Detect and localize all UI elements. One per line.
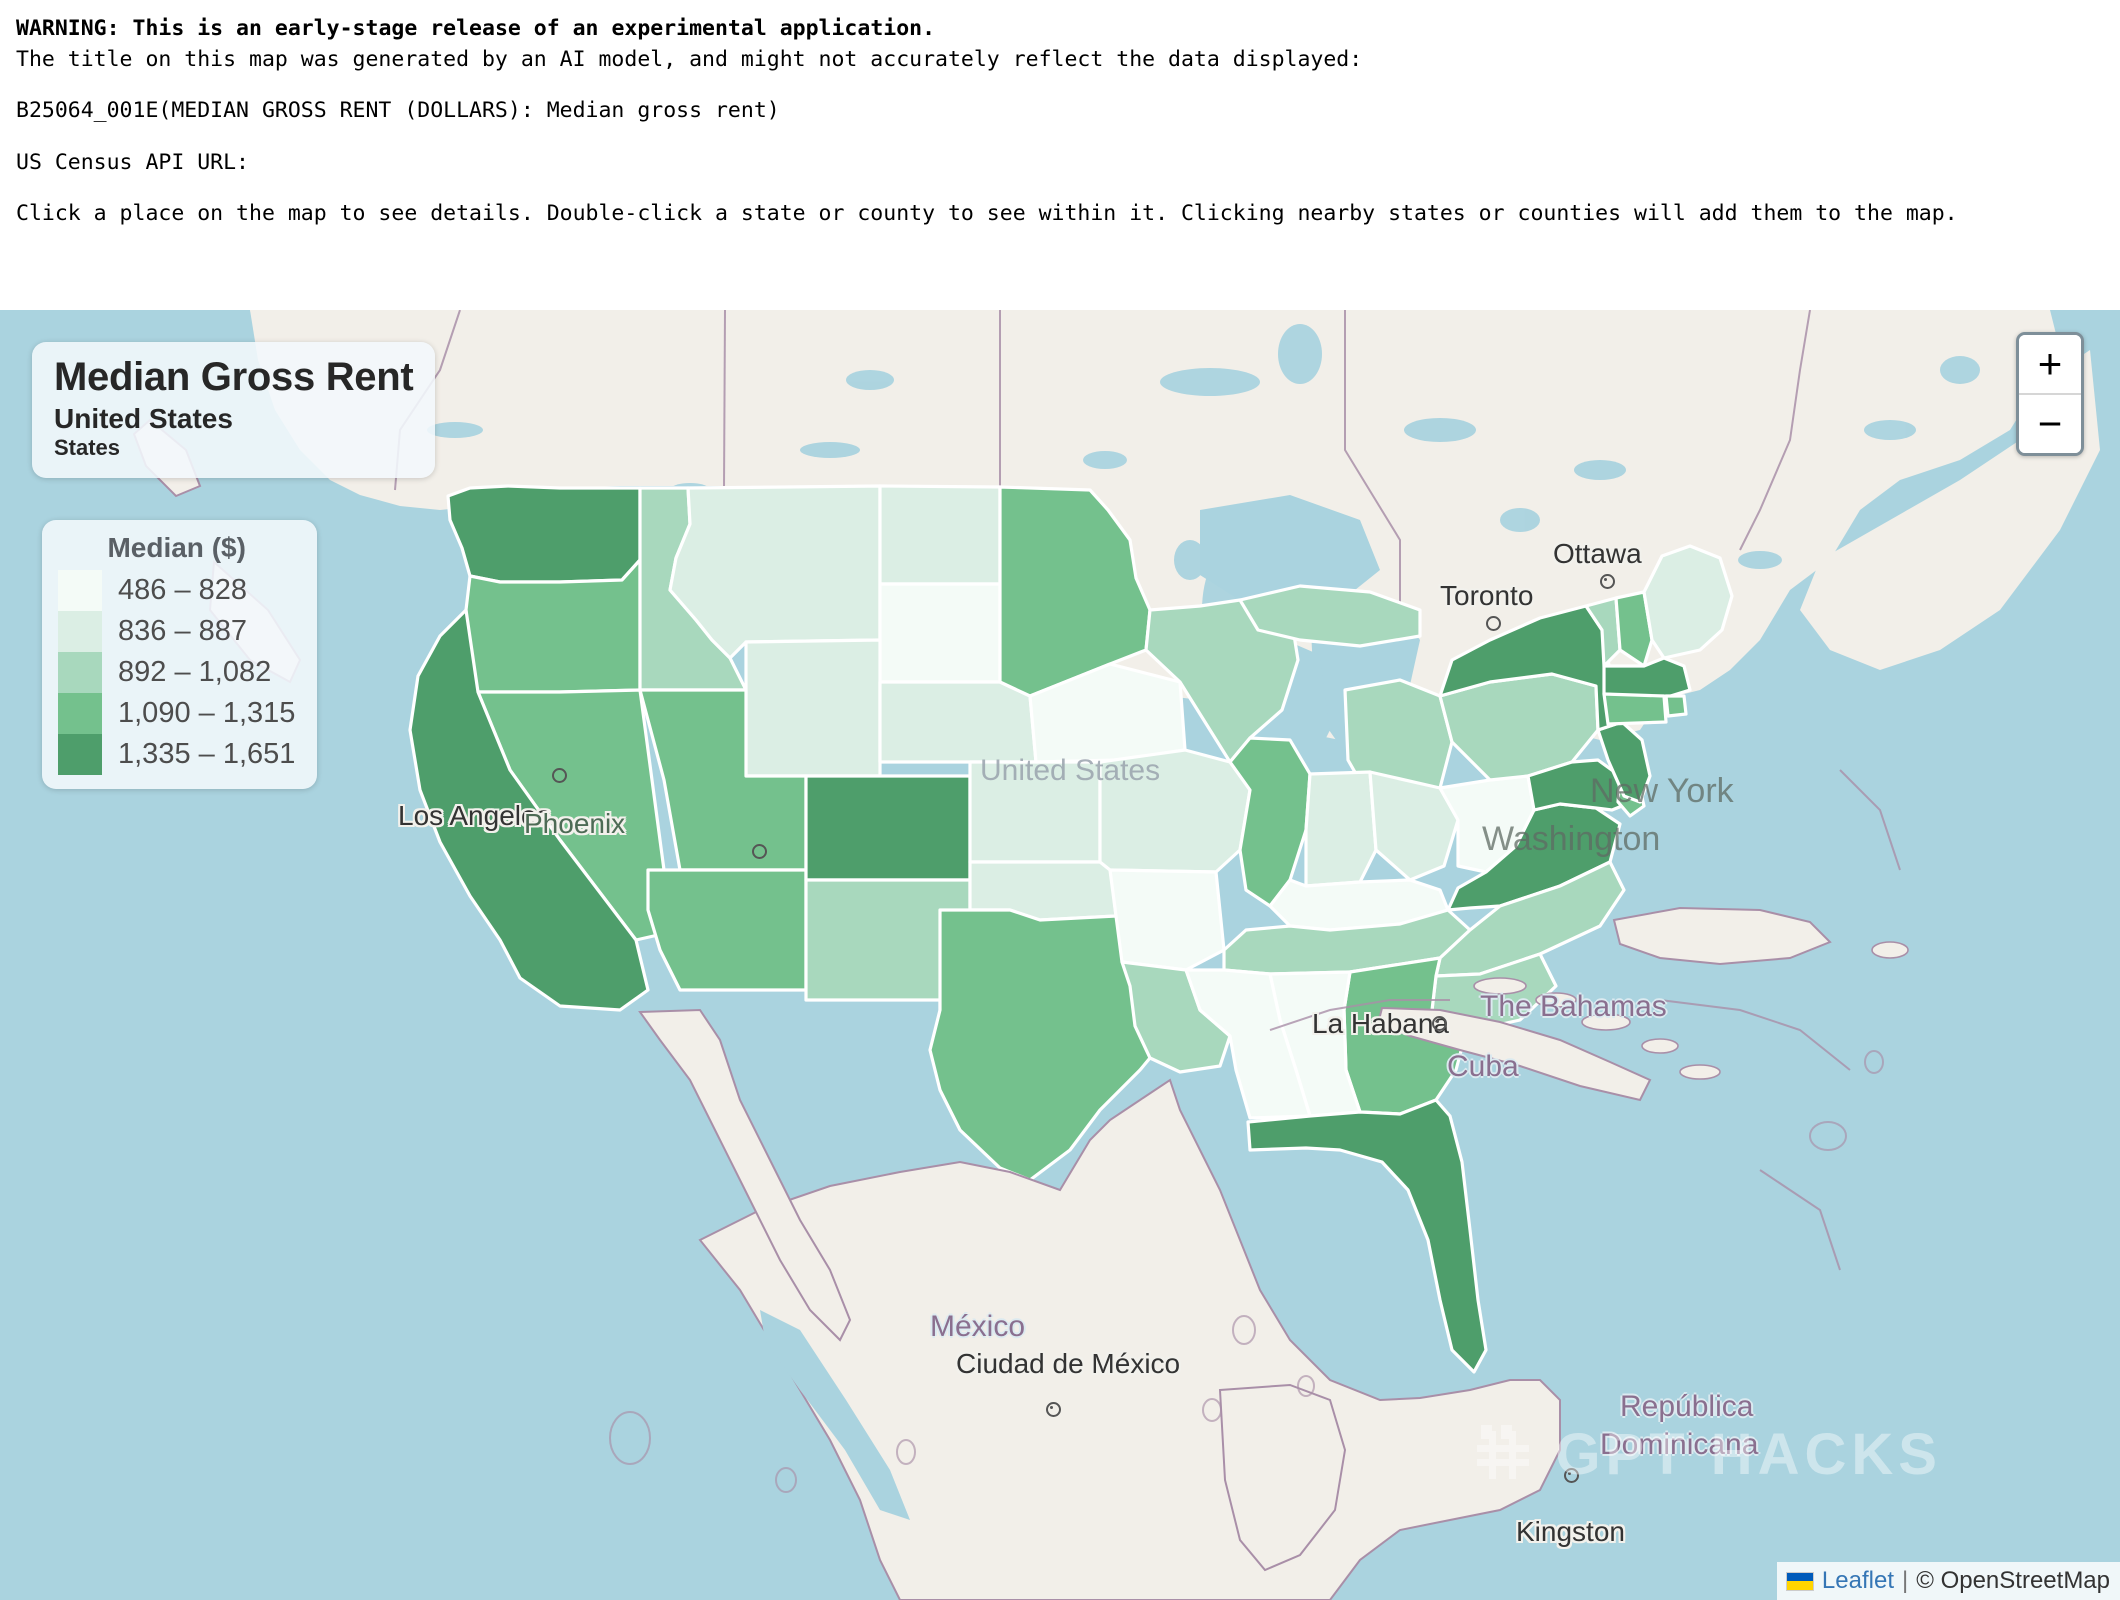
map-scope: United States [54, 403, 233, 435]
api-url-label: US Census API URL: [16, 149, 249, 175]
map-tile-layer[interactable] [0, 310, 2120, 1600]
legend-label: 892 – 1,082 [118, 656, 272, 688]
legend-item: 892 – 1,082 [58, 652, 295, 693]
legend-item: 486 – 828 [58, 570, 295, 611]
legend-item: 1,090 – 1,315 [58, 693, 295, 734]
legend-item: 836 – 887 [58, 611, 295, 652]
legend-swatch [58, 734, 102, 775]
legend-swatch [58, 611, 102, 652]
map-ocean-specks [609, 1050, 1884, 1493]
page-header: WARNING: This is an early-stage release … [0, 0, 2120, 230]
map-geo-level: States [54, 434, 121, 460]
legend-swatch [58, 570, 102, 611]
map-legend: Median ($) 486 – 828 836 – 887 892 – 1,0… [42, 520, 318, 789]
legend-label: 486 – 828 [118, 574, 248, 606]
legend-label: 1,090 – 1,315 [118, 697, 296, 729]
openstreetmap-attribution: © OpenStreetMap [1916, 1567, 2110, 1594]
zoom-in-button[interactable]: + [2019, 335, 2081, 395]
map-attribution: Leaflet | © OpenStreetMap [1776, 1562, 2120, 1600]
legend-swatch [58, 652, 102, 693]
ai-disclaimer: The title on this map was generated by a… [16, 46, 1363, 72]
legend-label: 836 – 887 [118, 615, 248, 647]
zoom-out-button[interactable]: − [2019, 395, 2081, 453]
warning-text: This is an early-stage release of an exp… [119, 16, 936, 41]
zoom-control[interactable]: + − [2016, 332, 2084, 456]
leaflet-map[interactable]: Ottawa Toronto Los Angeles Phoenix La Ha… [0, 310, 2120, 1600]
legend-title: Median ($) [107, 532, 246, 563]
ukraine-flag-icon [1785, 1571, 1814, 1591]
page-title: Median Gross Rent [54, 355, 414, 399]
warning-line: WARNING: This is an early-stage release … [16, 14, 2104, 45]
map-title-panel: Median Gross Rent United States States [32, 342, 436, 478]
legend-label: 1,335 – 1,651 [118, 738, 296, 770]
variable-line: B25064_001E(MEDIAN GROSS RENT (DOLLARS):… [16, 98, 780, 124]
warning-label: WARNING: [16, 16, 120, 41]
leaflet-link[interactable]: Leaflet [1822, 1567, 1894, 1595]
attribution-separator: | [1901, 1567, 1909, 1594]
legend-item: 1,335 – 1,651 [58, 734, 295, 775]
map-instructions: Click a place on the map to see details.… [16, 201, 1958, 227]
legend-swatch [58, 693, 102, 734]
